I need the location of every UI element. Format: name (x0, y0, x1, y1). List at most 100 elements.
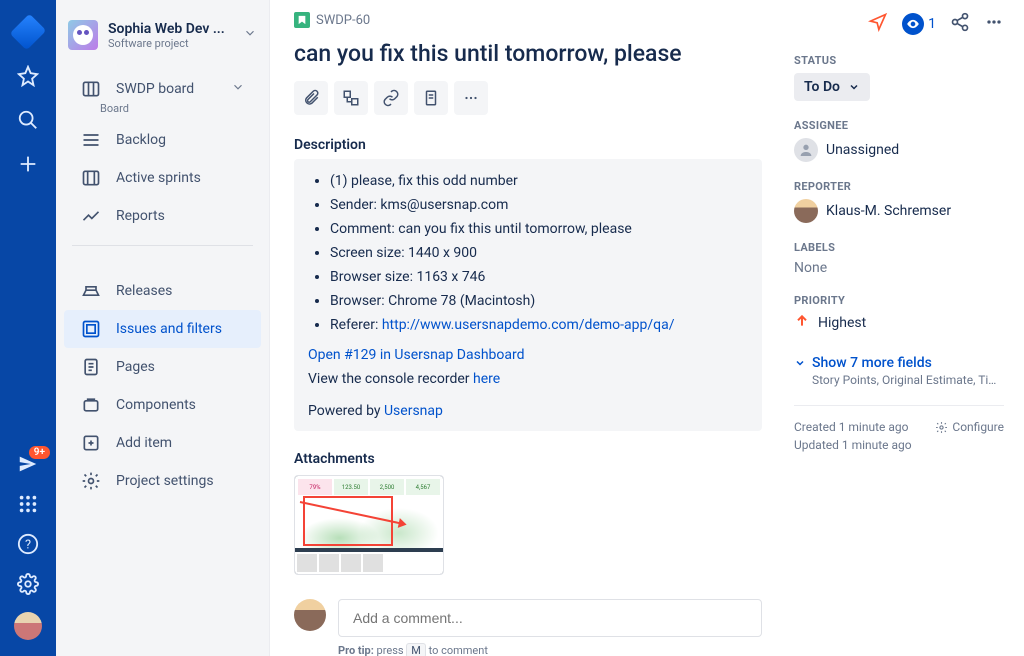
nav-label: Pages (116, 359, 155, 375)
desc-bullet: Screen size: 1440 x 900 (330, 241, 748, 265)
comment-hint: Pro tip: press M to comment (338, 643, 762, 656)
nav-backlog[interactable]: Backlog (64, 121, 261, 159)
nav-label: Components (116, 397, 196, 413)
watch-count: 1 (928, 16, 936, 32)
create-icon[interactable] (16, 152, 40, 176)
user-avatar[interactable] (14, 612, 42, 640)
more-actions-button[interactable] (454, 81, 488, 115)
watchers-button[interactable]: 1 (902, 13, 936, 35)
global-rail: 9+ ? (0, 0, 56, 656)
priority-label: PRIORITY (794, 294, 1004, 307)
usersnap-link[interactable]: Usersnap (384, 403, 443, 419)
divider (72, 245, 253, 246)
labels-field[interactable]: None (794, 260, 1004, 276)
desc-bullet: (1) please, fix this odd number (330, 169, 748, 193)
share-icon[interactable] (950, 12, 970, 36)
search-icon[interactable] (16, 108, 40, 132)
nav-label: Reports (116, 208, 165, 224)
more-icon[interactable] (984, 12, 1004, 36)
attachment-thumbnail[interactable]: 79% 123.50 2,500 4,567 (294, 475, 444, 575)
notifications-icon[interactable]: 9+ (16, 452, 40, 476)
nav-sprints[interactable]: Active sprints (64, 159, 261, 197)
reporter-field[interactable]: Klaus-M. Schremser (794, 199, 1004, 223)
divider (794, 405, 1004, 406)
apps-icon[interactable] (16, 492, 40, 516)
reports-icon (80, 205, 102, 227)
jira-logo-icon[interactable] (16, 20, 40, 44)
issue-title[interactable]: can you fix this until tomorrow, please (294, 40, 762, 67)
issue-details-panel: 1 STATUS To Do ASSIGNEE Unassigned REPOR… (786, 0, 1024, 656)
eye-icon (902, 13, 924, 35)
show-more-subtitle: Story Points, Original Estimate, Tim... (812, 373, 1004, 387)
svg-text:?: ? (25, 538, 31, 553)
nav-components[interactable]: Components (64, 386, 261, 424)
components-icon (80, 394, 102, 416)
breadcrumb[interactable]: SWDP-60 (294, 12, 762, 28)
star-icon[interactable] (16, 64, 40, 88)
current-user-avatar (294, 599, 326, 631)
gear-icon (80, 470, 102, 492)
chevron-down-icon (794, 357, 806, 369)
board-icon (80, 78, 102, 100)
feedback-icon[interactable] (868, 12, 888, 36)
project-subtitle: Software project (108, 37, 233, 50)
attach-button[interactable] (294, 81, 328, 115)
settings-icon[interactable] (16, 572, 40, 596)
priority-field[interactable]: Highest (794, 313, 1004, 333)
pages-icon (80, 356, 102, 378)
nav-releases[interactable]: Releases (64, 272, 261, 310)
issue-key: SWDP-60 (316, 13, 370, 28)
status-dropdown[interactable]: To Do (794, 73, 870, 101)
sprints-icon (80, 167, 102, 189)
updated-time: Updated 1 minute ago (794, 438, 912, 452)
nav-pages[interactable]: Pages (64, 348, 261, 386)
chevron-down-icon (231, 80, 245, 98)
chevron-down-icon (848, 81, 860, 93)
link-button[interactable] (374, 81, 408, 115)
help-icon[interactable]: ? (16, 532, 40, 556)
console-link[interactable]: here (473, 371, 500, 387)
project-name: Sophia Web Dev ... (108, 21, 233, 37)
console-line: View the console recorder here (308, 371, 748, 387)
desc-bullet: Comment: can you fix this until tomorrow… (330, 217, 748, 241)
story-type-icon (294, 12, 310, 28)
project-switcher[interactable]: Sophia Web Dev ... Software project (56, 16, 269, 54)
nav-label: Backlog (116, 132, 166, 148)
chevron-down-icon (243, 26, 257, 44)
nav-add-item[interactable]: Add item (64, 424, 261, 462)
nav-label: Active sprints (116, 170, 201, 186)
subtask-button[interactable] (334, 81, 368, 115)
nav-board-label: SWDP board (116, 81, 194, 97)
nav-reports[interactable]: Reports (64, 197, 261, 235)
open-dashboard-link[interactable]: Open #129 in Usersnap Dashboard (308, 347, 748, 363)
notification-count: 9+ (29, 446, 50, 459)
reporter-label: REPORTER (794, 180, 1004, 193)
issues-icon (80, 318, 102, 340)
backlog-icon (80, 129, 102, 151)
nav-project-settings[interactable]: Project settings (64, 462, 261, 500)
status-label: STATUS (794, 54, 1004, 67)
assignee-field[interactable]: Unassigned (794, 138, 1004, 162)
gear-icon (935, 421, 948, 434)
created-time: Created 1 minute ago (794, 420, 908, 434)
assignee-label: ASSIGNEE (794, 119, 1004, 132)
comment-input[interactable] (338, 599, 762, 637)
nav-label: Issues and filters (116, 321, 222, 337)
description-box[interactable]: (1) please, fix this odd number Sender: … (294, 159, 762, 431)
project-sidebar: Sophia Web Dev ... Software project SWDP… (56, 0, 270, 656)
show-more-fields[interactable]: Show 7 more fields (794, 355, 1004, 371)
powered-by: Powered by Usersnap (308, 397, 748, 419)
attachments-label: Attachments (294, 451, 762, 467)
releases-icon (80, 280, 102, 302)
nav-board-sub: Board (100, 102, 261, 121)
page-button[interactable] (414, 81, 448, 115)
configure-button[interactable]: Configure (935, 420, 1004, 434)
desc-bullet: Sender: kms@usersnap.com (330, 193, 748, 217)
reporter-avatar (794, 199, 818, 223)
desc-bullet: Browser: Chrome 78 (Macintosh) (330, 289, 748, 313)
referer-link[interactable]: http://www.usersnapdemo.com/demo-app/qa/ (382, 317, 675, 333)
add-icon (80, 432, 102, 454)
labels-label: LABELS (794, 241, 1004, 254)
nav-label: Releases (116, 283, 172, 299)
nav-issues[interactable]: Issues and filters (64, 310, 261, 348)
